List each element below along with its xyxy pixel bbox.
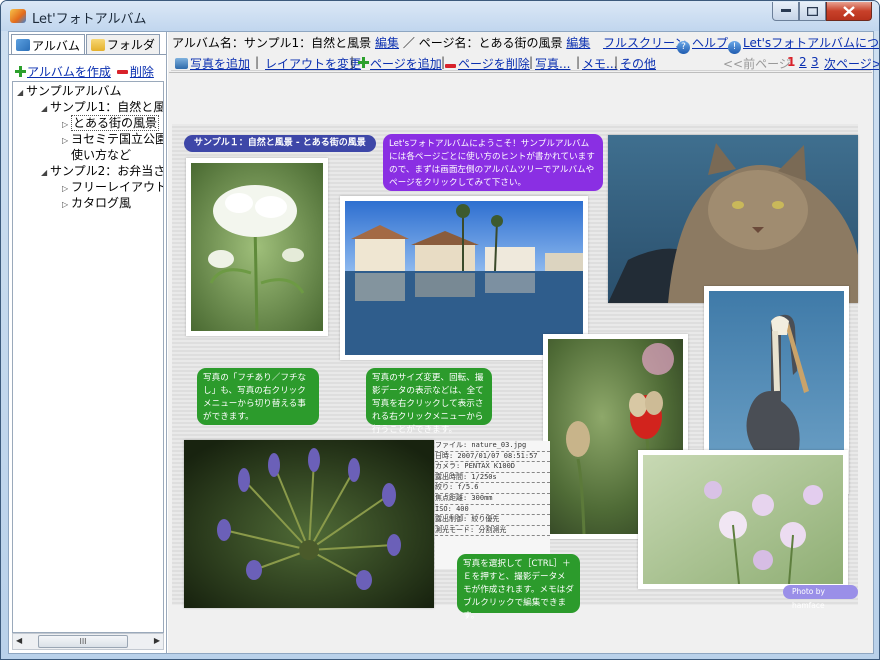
album-actions: アルバムを作成 削除 <box>15 63 154 80</box>
memo-welcome[interactable]: Let'sフォトアルバムにようこそ！サンプルアルバムには各ページごとに使い方のヒ… <box>383 134 603 191</box>
collapsed-arrow-icon: ▷ <box>62 200 69 209</box>
memo-exif-tip[interactable]: 写真を選択して［CTRL］＋Ｅを押すと、撮影データメモが作成されます。メモはダブ… <box>457 554 580 621</box>
album-name: サンプル1：自然と風景 <box>243 36 372 50</box>
tab-folder[interactable]: フォルダ <box>85 34 160 54</box>
minimize-icon <box>780 9 791 12</box>
page-canvas: サンプル１：自然と風景 - とある街の風景 Let'sフォトアルバムにようこそ！… <box>169 72 872 652</box>
maximize-button[interactable] <box>799 2 826 21</box>
album-info-bar: アルバム名：サンプル1：自然と風景 編集 ／ ページ名：とある街の風景 編集 フ… <box>171 34 879 54</box>
page-number[interactable]: 2 <box>799 55 807 69</box>
tree-item[interactable]: ▷ ヨセミテ国立公園 <box>62 131 163 147</box>
collapsed-arrow-icon: ▷ <box>62 136 69 145</box>
app-icon <box>10 9 26 23</box>
client-area: アルバム フォルダ アルバムを作成 削除 ◢ サンプルアルバム ◢ サンプル1：自然… <box>8 31 879 654</box>
other-menu-link[interactable]: その他 <box>620 55 656 72</box>
delete-album-link[interactable]: 削除 <box>130 63 154 80</box>
plus-icon <box>15 66 26 77</box>
plus-icon <box>358 57 369 68</box>
photo-menu-link[interactable]: 写真... <box>535 55 570 72</box>
window-title: Let'フォトアルバム <box>32 12 147 27</box>
agapanthus-photo <box>184 440 434 608</box>
photo-purple-flowers[interactable] <box>638 450 848 589</box>
scroll-right-icon[interactable]: ▶ <box>154 636 160 645</box>
close-icon <box>843 5 855 17</box>
exif-data-memo[interactable]: ファイル: nature_03.jpg 日時: 2007/01/07 08:51… <box>435 441 550 569</box>
minus-icon <box>445 64 456 68</box>
page-toolbar: 写真を追加 | レイアウトを変更 | ページを追加 | ページを削除 | 写真.… <box>171 53 879 72</box>
cat-photo <box>608 135 858 303</box>
page-name-label: ページ名： <box>418 36 479 50</box>
minimize-button[interactable] <box>772 2 799 21</box>
photo-agapanthus[interactable] <box>184 440 434 608</box>
change-layout-link[interactable]: レイアウトを変更 <box>265 55 361 72</box>
album-page[interactable]: サンプル１：自然と風景 - とある街の風景 Let'sフォトアルバムにようこそ！… <box>172 124 858 621</box>
page-number-current[interactable]: 1 <box>787 55 795 69</box>
tree-item[interactable]: ▷ カタログ風 <box>62 195 131 211</box>
delete-page-link[interactable]: ページを削除 <box>458 57 530 71</box>
tree-item[interactable]: ◢ サンプル2：お弁当さ <box>41 163 163 179</box>
page-name: とある街の風景 <box>478 36 563 50</box>
camera-icon <box>175 58 188 69</box>
album-viewer: アルバム名：サンプル1：自然と風景 編集 ／ ページ名：とある街の風景 編集 フ… <box>168 32 879 653</box>
memo-border-tip[interactable]: 写真の「フチあり／フチなし」も、写真の右クリックメニューから切り替える事ができま… <box>197 368 319 425</box>
photo-cat[interactable] <box>608 135 858 303</box>
tree-horizontal-scrollbar[interactable]: ◀ III ▶ <box>12 633 164 650</box>
edit-page-name-link[interactable]: 編集 <box>566 36 590 50</box>
prev-page-link[interactable]: <<前ページ <box>723 55 791 72</box>
album-icon <box>16 39 30 51</box>
expanded-arrow-icon: ◢ <box>41 168 48 177</box>
memo-right-click-tip[interactable]: 写真のサイズ変更、回転、撮影データの表示などは、全て写真を右クリックして表示され… <box>366 368 492 435</box>
tree-item[interactable]: ▷ フリーレイアウト <box>62 179 163 195</box>
album-panel: アルバム フォルダ アルバムを作成 削除 ◢ サンプルアルバム ◢ サンプル1：自然… <box>9 32 167 653</box>
scroll-left-icon[interactable]: ◀ <box>16 636 22 645</box>
title-bar[interactable]: Let'フォトアルバム <box>1 1 879 31</box>
next-page-link[interactable]: 次ページ>> <box>824 55 879 72</box>
add-photo-link[interactable]: 写真を追加 <box>190 57 250 71</box>
tree-item[interactable]: ◢サンプル1：自然と風景 <box>41 99 163 115</box>
expanded-arrow-icon: ◢ <box>41 104 48 113</box>
page-heading[interactable]: サンプル１：自然と風景 - とある街の風景 <box>184 135 376 152</box>
about-link[interactable]: Let'sフォトアルバムについて... <box>743 36 879 50</box>
page-number[interactable]: 3 <box>811 55 819 69</box>
fullscreen-link[interactable]: フルスクリーン <box>603 34 686 51</box>
close-button[interactable] <box>826 2 872 21</box>
minus-icon <box>116 69 128 74</box>
maximize-icon <box>807 6 818 16</box>
tree-item-selected[interactable]: ▷ とある街の風景 <box>62 115 160 131</box>
tree-item[interactable]: 使い方など <box>71 147 131 163</box>
tab-album[interactable]: アルバム <box>11 34 85 55</box>
yarrow-photo <box>191 163 323 332</box>
memo-menu-link[interactable]: メモ... <box>582 55 617 72</box>
album-name-label: アルバム名： <box>172 36 244 50</box>
expanded-arrow-icon: ◢ <box>17 88 24 97</box>
photo-yarrow-flower[interactable] <box>186 158 328 336</box>
edit-album-name-link[interactable]: 編集 <box>375 36 399 50</box>
help-link[interactable]: ヘルプ <box>692 36 728 50</box>
purple-flowers-photo <box>643 455 843 585</box>
add-page-link[interactable]: ページを追加 <box>370 57 442 71</box>
photo-credit: Photo by hamface <box>783 585 858 610</box>
app-window: Let'フォトアルバム アルバム フォルダ アルバムを作成 削除 ◢ サンプルア… <box>0 0 880 660</box>
panel-tabs: アルバム フォルダ <box>11 34 161 55</box>
tree-item[interactable]: ◢ サンプルアルバム <box>17 83 122 99</box>
album-tree[interactable]: ◢サンプルアルバム ◢サンプル1：自然と風景 ▷とある街の風景 ▷ヨセミテ国立公… <box>12 81 164 633</box>
scroll-thumb[interactable]: III <box>38 635 128 648</box>
folder-icon <box>90 38 105 51</box>
marina-photo <box>345 201 583 355</box>
create-album-link[interactable]: アルバムを作成 <box>27 63 111 80</box>
